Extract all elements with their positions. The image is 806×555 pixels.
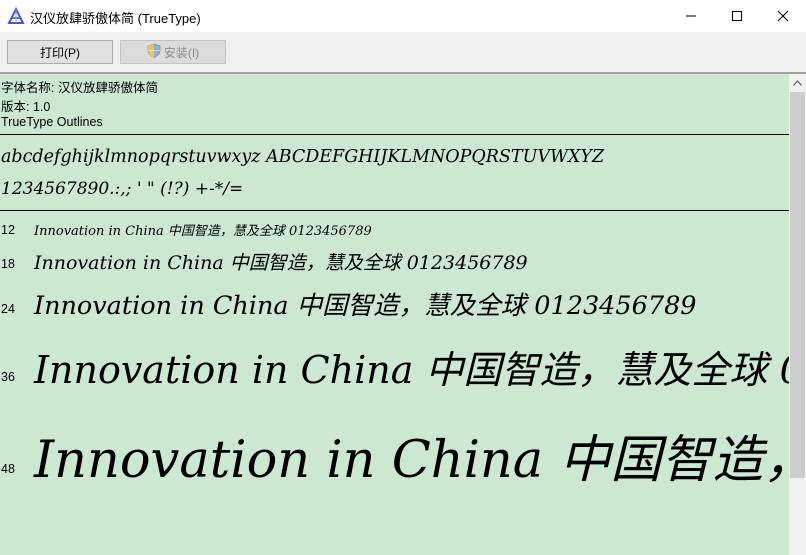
sample-text-48: Innovation in China 中国智造，慧及全球 0123456789 xyxy=(34,431,789,490)
minimize-icon xyxy=(686,15,696,17)
maximize-button[interactable] xyxy=(714,0,760,32)
minimize-button[interactable] xyxy=(668,0,714,32)
close-icon xyxy=(777,10,789,22)
sample-size-label: 36 xyxy=(1,370,15,384)
print-button[interactable]: 打印(P) xyxy=(7,40,113,64)
scrollbar-thumb[interactable] xyxy=(790,92,805,478)
window-title: 汉仪放肆骄傲体简 (TrueType) xyxy=(30,11,201,26)
font-name-line: 字体名称: 汉仪放肆骄傲体简 xyxy=(1,81,158,95)
chevron-up-icon xyxy=(793,79,802,86)
shield-icon xyxy=(147,43,161,61)
sample-text-12: Innovation in China 中国智造，慧及全球 0123456789 xyxy=(34,224,372,239)
install-button[interactable]: 安装(I) xyxy=(120,40,226,64)
toolbar: 打印(P) 安装(I) xyxy=(0,32,806,72)
charset-digits-symbols: 1234567890.:,; ' " (!?) +-*/= xyxy=(1,179,244,199)
vertical-scrollbar[interactable] xyxy=(789,74,806,555)
divider xyxy=(0,134,789,135)
sample-size-label: 18 xyxy=(1,257,15,271)
font-version-line: 版本: 1.0 xyxy=(1,100,51,114)
font-type-line: TrueType Outlines xyxy=(1,115,103,129)
maximize-icon xyxy=(732,11,742,21)
sample-text-18: Innovation in China 中国智造，慧及全球 0123456789 xyxy=(34,252,528,274)
install-button-label: 安装(I) xyxy=(163,45,200,60)
sample-text-36: Innovation in China 中国智造，慧及全球 0123456789 xyxy=(34,348,789,392)
font-preview-area[interactable]: 字体名称: 汉仪放肆骄傲体简 版本: 1.0 TrueType Outlines… xyxy=(0,74,789,555)
title-bar: 汉仪放肆骄傲体简 (TrueType) xyxy=(0,0,806,32)
sample-text-24: Innovation in China 中国智造，慧及全球 0123456789 xyxy=(34,291,697,321)
print-button-label: 打印(P) xyxy=(40,45,80,60)
sample-size-label: 48 xyxy=(1,462,15,476)
sample-size-label: 24 xyxy=(1,302,15,316)
scroll-up-button[interactable] xyxy=(789,74,806,91)
close-button[interactable] xyxy=(760,0,806,32)
charset-letters: abcdefghijklmnopqrstuvwxyz ABCDEFGHIJKLM… xyxy=(1,147,605,167)
sample-size-label: 12 xyxy=(1,223,15,237)
divider xyxy=(0,210,789,211)
font-app-icon xyxy=(7,6,25,25)
